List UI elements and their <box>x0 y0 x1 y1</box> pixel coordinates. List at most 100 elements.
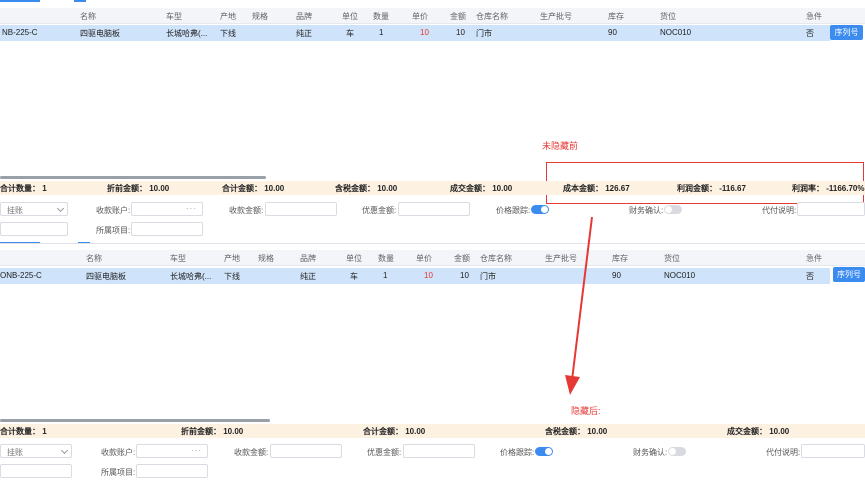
cell-warehouse: 门市 <box>476 29 492 38</box>
sum-profit-rate: 利润率： -1166.70% <box>792 184 865 193</box>
col-origin: 产地 <box>224 254 240 263</box>
col-location: 货位 <box>664 254 680 263</box>
sum-pre-discount: 折前金额： 10.00 <box>107 184 170 193</box>
cell-car: 长城哈弗(... <box>170 272 212 281</box>
serial-number-button[interactable]: 序列号 <box>833 267 865 282</box>
discount-amount-input[interactable] <box>398 202 470 216</box>
receive-account-input[interactable]: ··· <box>131 202 203 216</box>
cell-origin: 下线 <box>220 29 236 38</box>
discount-amount-label: 优惠金额: <box>362 206 397 215</box>
price-tracking-label: 价格跟踪: <box>500 448 535 457</box>
col-brand: 品牌 <box>296 12 312 21</box>
summary-bar-top: 合计数量： 1 折前金额： 10.00 合计金额： 10.00 含税金额： 10… <box>0 181 865 195</box>
cell-location: NOC010 <box>660 28 692 37</box>
pay-note-input[interactable] <box>801 444 865 458</box>
extra-input-top[interactable] <box>0 222 68 236</box>
cell-stock: 90 <box>608 28 617 37</box>
summary-bar-bottom: 合计数量： 1 折前金额： 10.00 合计金额： 10.00 含税金额： 10… <box>0 424 865 438</box>
price-tracking-toggle[interactable] <box>531 205 549 214</box>
more-icon: ··· <box>191 446 202 455</box>
cell-name: 四驱电脑板 <box>80 29 120 38</box>
account-type-select[interactable]: 挂账 <box>0 444 72 458</box>
cell-urgent: 否 <box>806 272 814 281</box>
project-input[interactable] <box>136 464 208 478</box>
col-price: 单价 <box>412 12 428 21</box>
receive-account-label: 收款账户: <box>96 206 131 215</box>
receive-amount-input[interactable] <box>265 202 337 216</box>
col-unit: 单位 <box>342 12 358 21</box>
chevron-down-icon <box>56 204 65 213</box>
cell-price: 10 <box>424 271 433 280</box>
more-icon: ··· <box>186 204 197 213</box>
pay-note-label: 代付说明: <box>762 206 797 215</box>
cell-price: 10 <box>420 28 429 37</box>
col-location: 货位 <box>660 12 676 21</box>
cell-amount: 10 <box>460 271 469 280</box>
col-urgent: 急件 <box>806 254 822 263</box>
arrow-down-icon <box>565 216 593 395</box>
col-name: 名称 <box>80 12 96 21</box>
serial-number-button[interactable]: 序列号 <box>830 25 863 40</box>
sum-deal-amount: 成交金额： 10.00 <box>727 427 790 436</box>
divider <box>0 243 865 244</box>
cell-code: NB-225-C <box>2 28 38 37</box>
table-header-bottom: 名称 车型 产地 规格 品牌 单位 数量 单价 金额 仓库名称 生产批号 库存 … <box>0 250 865 266</box>
sum-deal-amount: 成交金额： 10.00 <box>450 184 513 193</box>
col-origin: 产地 <box>220 12 236 21</box>
cell-qty: 1 <box>379 28 384 37</box>
finance-confirm-label: 财务确认: <box>633 448 668 457</box>
receive-account-input[interactable]: ··· <box>136 444 208 458</box>
table-header-top: 名称 车型 产地 规格 品牌 单位 数量 单价 金额 仓库名称 生产批号 库存 … <box>0 8 865 24</box>
annotation-after: 隐藏后: <box>571 406 601 416</box>
col-stock: 库存 <box>612 254 628 263</box>
table-row[interactable]: ONB-225-C 四驱电脑板 长城哈弗(... 下线 纯正 车 1 10 10… <box>0 268 830 284</box>
horizontal-scrollbar-top[interactable] <box>0 176 266 179</box>
sum-profit-amount: 利润金额： -116.67 <box>677 184 746 193</box>
project-label: 所属项目: <box>101 468 136 477</box>
pay-note-input[interactable] <box>797 202 865 216</box>
col-brand: 品牌 <box>300 254 316 263</box>
sum-tax-amount: 含税金额： 10.00 <box>335 184 398 193</box>
receive-amount-input[interactable] <box>270 444 342 458</box>
sum-pre-discount: 折前金额： 10.00 <box>181 427 244 436</box>
cell-stock: 90 <box>612 271 621 280</box>
extra-input-bottom[interactable] <box>0 464 72 478</box>
col-stock: 库存 <box>608 12 624 21</box>
finance-confirm-toggle[interactable] <box>664 205 682 214</box>
sum-total-amount: 合计金额： 10.00 <box>222 184 285 193</box>
col-warehouse: 仓库名称 <box>476 12 508 21</box>
cell-amount: 10 <box>456 28 465 37</box>
col-urgent: 急件 <box>806 12 822 21</box>
col-qty: 数量 <box>373 12 389 21</box>
col-car: 车型 <box>170 254 186 263</box>
col-name: 名称 <box>86 254 102 263</box>
finance-confirm-toggle[interactable] <box>668 447 686 456</box>
project-label: 所属项目: <box>96 226 131 235</box>
receive-amount-label: 收款金额: <box>229 206 264 215</box>
cell-unit: 车 <box>346 29 354 38</box>
price-tracking-toggle[interactable] <box>535 447 553 456</box>
receive-account-label: 收款账户: <box>101 448 136 457</box>
horizontal-scrollbar-bottom[interactable] <box>0 419 270 422</box>
col-amount: 金额 <box>454 254 470 263</box>
col-spec: 规格 <box>252 12 268 21</box>
price-tracking-label: 价格跟踪: <box>496 206 531 215</box>
annotation-before: 未隐藏前 <box>542 141 579 151</box>
discount-amount-label: 优惠金额: <box>367 448 402 457</box>
cell-car: 长城哈弗(... <box>166 29 208 38</box>
sum-total-qty: 合计数量： 1 <box>0 427 47 436</box>
receive-amount-label: 收款金额: <box>234 448 269 457</box>
top-tab-indicator <box>0 0 40 2</box>
col-unit: 单位 <box>346 254 362 263</box>
table-row[interactable]: NB-225-C 四驱电脑板 长城哈弗(... 下线 纯正 车 1 10 10 … <box>0 25 830 41</box>
cell-warehouse: 门市 <box>480 272 496 281</box>
col-amount: 金额 <box>450 12 466 21</box>
project-input[interactable] <box>131 222 203 236</box>
discount-amount-input[interactable] <box>403 444 475 458</box>
top-tab-indicator-2 <box>74 0 86 2</box>
account-type-select[interactable]: 挂账 <box>0 202 68 216</box>
cell-origin: 下线 <box>224 272 240 281</box>
sum-cost-amount: 成本金额： 126.67 <box>563 184 630 193</box>
sum-total-amount: 合计金额： 10.00 <box>363 427 426 436</box>
cell-brand: 纯正 <box>300 272 316 281</box>
